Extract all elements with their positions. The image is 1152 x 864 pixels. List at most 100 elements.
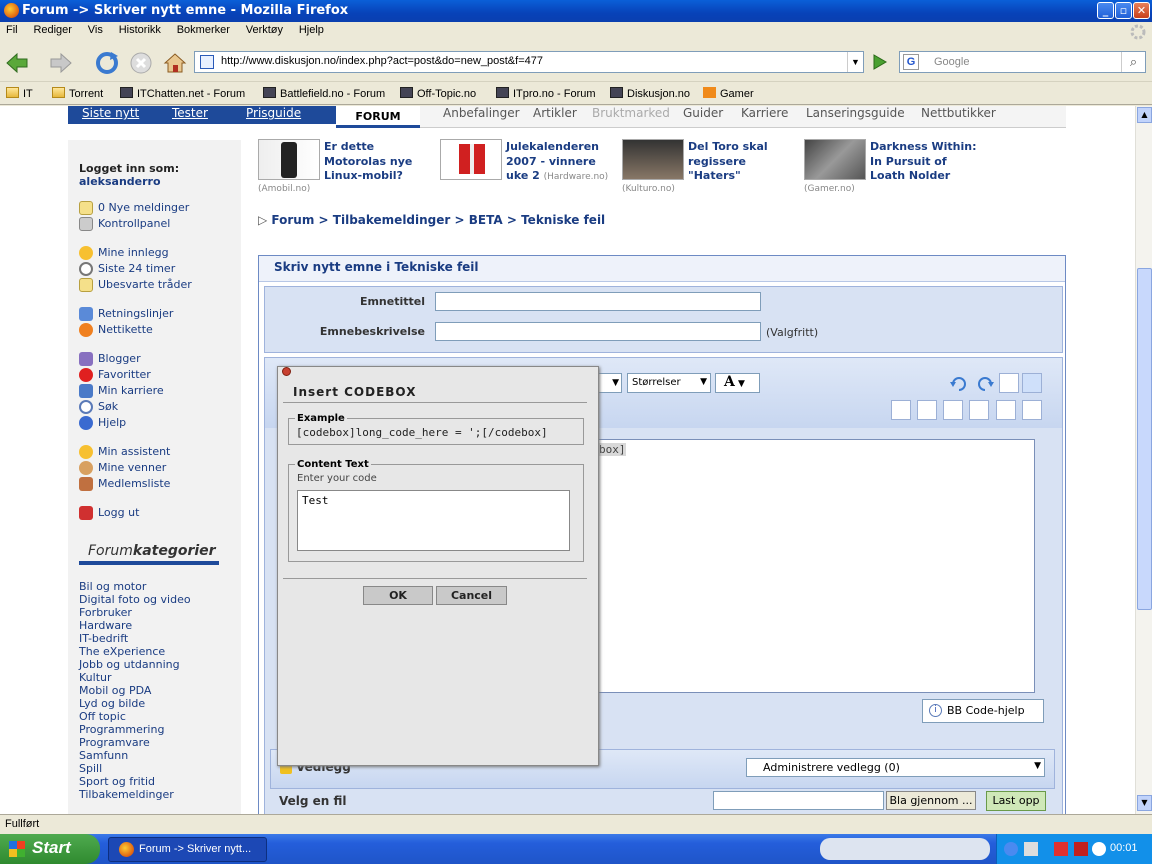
menu-bokmerker[interactable]: Bokmerker: [171, 22, 236, 36]
category-link[interactable]: Mobil og PDA: [79, 684, 151, 697]
bookmark-diskusjon[interactable]: Diskusjon.no: [610, 87, 690, 100]
category-link[interactable]: The eXperience: [79, 645, 165, 658]
tab-nettbutikker[interactable]: Nettbutikker: [921, 106, 996, 120]
text-color-button[interactable]: A ▼: [715, 373, 760, 393]
post-body-editor[interactable]: box]: [598, 439, 1035, 693]
tab-karriere[interactable]: Karriere: [741, 106, 788, 120]
sidebar-link-medlemsliste[interactable]: Medlemsliste: [98, 477, 170, 490]
breadcrumb-forum[interactable]: Forum: [271, 213, 314, 227]
category-link[interactable]: Forbruker: [79, 606, 132, 619]
tab-guider[interactable]: Guider: [683, 106, 723, 120]
home-icon[interactable]: [162, 50, 188, 76]
back-icon[interactable]: [4, 50, 30, 76]
start-button[interactable]: Start: [0, 834, 100, 864]
scroll-up-icon[interactable]: ▲: [1137, 107, 1152, 123]
bookmark-it[interactable]: IT: [6, 87, 33, 100]
resize-editor-icon[interactable]: [999, 373, 1019, 393]
file-input[interactable]: [713, 791, 884, 810]
align-left-icon[interactable]: [917, 400, 937, 420]
ok-button[interactable]: OK: [363, 586, 433, 605]
tab-siste-nytt[interactable]: Siste nytt: [82, 106, 139, 120]
media-toolbar[interactable]: [820, 838, 990, 860]
scroll-thumb[interactable]: [1137, 268, 1152, 610]
browse-button[interactable]: Bla gjennom ...: [886, 791, 976, 810]
sidebar-link-logg-ut[interactable]: Logg ut: [98, 506, 139, 519]
tray-security-icon[interactable]: [1054, 842, 1068, 856]
upload-button[interactable]: Last opp: [986, 791, 1046, 811]
category-link[interactable]: Spill: [79, 762, 102, 775]
news-headline[interactable]: Julekalenderen 2007 - vinnere uke 2 (Hardw…: [506, 140, 608, 185]
title-input[interactable]: [435, 292, 761, 311]
sidebar-link-hjelp[interactable]: Hjelp: [98, 416, 126, 429]
url-bar[interactable]: http://www.diskusjon.no/index.php?act=po…: [194, 51, 864, 73]
news-headline[interactable]: Er dette Motorolas nye Linux-mobil?: [324, 140, 412, 184]
username[interactable]: aleksanderro: [79, 175, 161, 188]
tray-network-icon[interactable]: [1004, 842, 1018, 856]
window-titlebar[interactable]: Forum -> Skriver nytt emne - Mozilla Fir…: [0, 0, 1152, 22]
forward-icon[interactable]: [48, 50, 74, 76]
category-link[interactable]: Off topic: [79, 710, 126, 723]
tray-shield-icon[interactable]: [1074, 842, 1088, 856]
menu-fil[interactable]: Fil: [0, 22, 24, 36]
category-link[interactable]: Digital foto og video: [79, 593, 191, 606]
sidebar-link-blogger[interactable]: Blogger: [98, 352, 141, 365]
sidebar-link-siste-24[interactable]: Siste 24 timer: [98, 262, 175, 275]
menu-hjelp[interactable]: Hjelp: [293, 22, 330, 36]
maximize-button[interactable]: ▫: [1115, 2, 1132, 19]
category-link[interactable]: Lyd og bilde: [79, 697, 145, 710]
tab-anbefalinger[interactable]: Anbefalinger: [443, 106, 520, 120]
menu-historikk[interactable]: Historikk: [113, 22, 167, 36]
news-image[interactable]: [622, 139, 684, 180]
google-engine-icon[interactable]: G: [903, 54, 919, 70]
news-headline[interactable]: Darkness Within: In Pursuit of Loath Nolde…: [870, 140, 977, 184]
breadcrumb-beta[interactable]: BETA: [469, 213, 503, 227]
menu-vis[interactable]: Vis: [82, 22, 109, 36]
redo-icon[interactable]: [976, 375, 994, 393]
close-button[interactable]: ✕: [1133, 2, 1150, 19]
tab-lanseringsguide[interactable]: Lanseringsguide: [806, 106, 905, 120]
ordered-list-icon[interactable]: [996, 400, 1016, 420]
bookmark-offtopic[interactable]: Off-Topic.no: [400, 87, 476, 100]
sidebar-link-min-karriere[interactable]: Min karriere: [98, 384, 164, 397]
code-textarea[interactable]: Test: [297, 490, 570, 551]
tab-prisguide[interactable]: Prisguide: [246, 106, 301, 120]
tab-forum-active[interactable]: FORUM: [336, 106, 420, 128]
sidebar-link-new-messages[interactable]: 0 Nye meldinger: [98, 201, 189, 214]
sidebar-link-mine-venner[interactable]: Mine venner: [98, 461, 166, 474]
sidebar-link-favoritter[interactable]: Favoritter: [98, 368, 151, 381]
tab-bruktmarked[interactable]: Bruktmarked: [592, 106, 670, 120]
category-link[interactable]: Sport og fritid: [79, 775, 155, 788]
news-image[interactable]: [440, 139, 502, 180]
bookmark-itpro[interactable]: ITpro.no - Forum: [496, 87, 596, 100]
sidebar-link-min-assistent[interactable]: Min assistent: [98, 445, 170, 458]
undo-icon[interactable]: [950, 375, 968, 393]
taskbar-item-firefox[interactable]: Forum -> Skriver nytt...: [108, 837, 267, 862]
news-image[interactable]: [804, 139, 866, 180]
news-headline[interactable]: Del Toro skal regissere "Haters": [688, 140, 768, 184]
size-select[interactable]: Størrelser ▼: [627, 373, 711, 393]
align-center-icon[interactable]: [943, 400, 963, 420]
sidebar-link-mine-innlegg[interactable]: Mine innlegg: [98, 246, 169, 259]
cancel-button[interactable]: Cancel: [436, 586, 507, 605]
category-link[interactable]: IT-bedrift: [79, 632, 128, 645]
go-icon[interactable]: [870, 53, 890, 71]
sidebar-link-ubesvarte[interactable]: Ubesvarte tråder: [98, 278, 192, 291]
bbcode-help-button[interactable]: i BB Code-hjelp: [922, 699, 1044, 723]
category-link[interactable]: Hardware: [79, 619, 132, 632]
category-link[interactable]: Tilbakemeldinger: [79, 788, 174, 801]
tab-artikler[interactable]: Artikler: [533, 106, 577, 120]
stop-icon[interactable]: [128, 50, 154, 76]
scroll-down-icon[interactable]: ▼: [1137, 795, 1152, 811]
category-link[interactable]: Bil og motor: [79, 580, 146, 593]
sidebar-link-retningslinjer[interactable]: Retningslinjer: [98, 307, 173, 320]
description-input[interactable]: [435, 322, 761, 341]
page-scrollbar[interactable]: ▲ ▼: [1135, 106, 1152, 814]
menu-verktoy[interactable]: Verktøy: [240, 22, 289, 36]
toggle-mode-icon[interactable]: [1022, 373, 1042, 393]
bookmark-battlefield[interactable]: Battlefield.no - Forum: [263, 87, 385, 100]
breadcrumb-tekniske-feil[interactable]: Tekniske feil: [521, 213, 605, 227]
unordered-list-icon[interactable]: [1022, 400, 1042, 420]
news-image[interactable]: [258, 139, 320, 180]
tray-app-icon[interactable]: [1092, 842, 1106, 856]
dialog-close-icon[interactable]: [282, 367, 291, 376]
